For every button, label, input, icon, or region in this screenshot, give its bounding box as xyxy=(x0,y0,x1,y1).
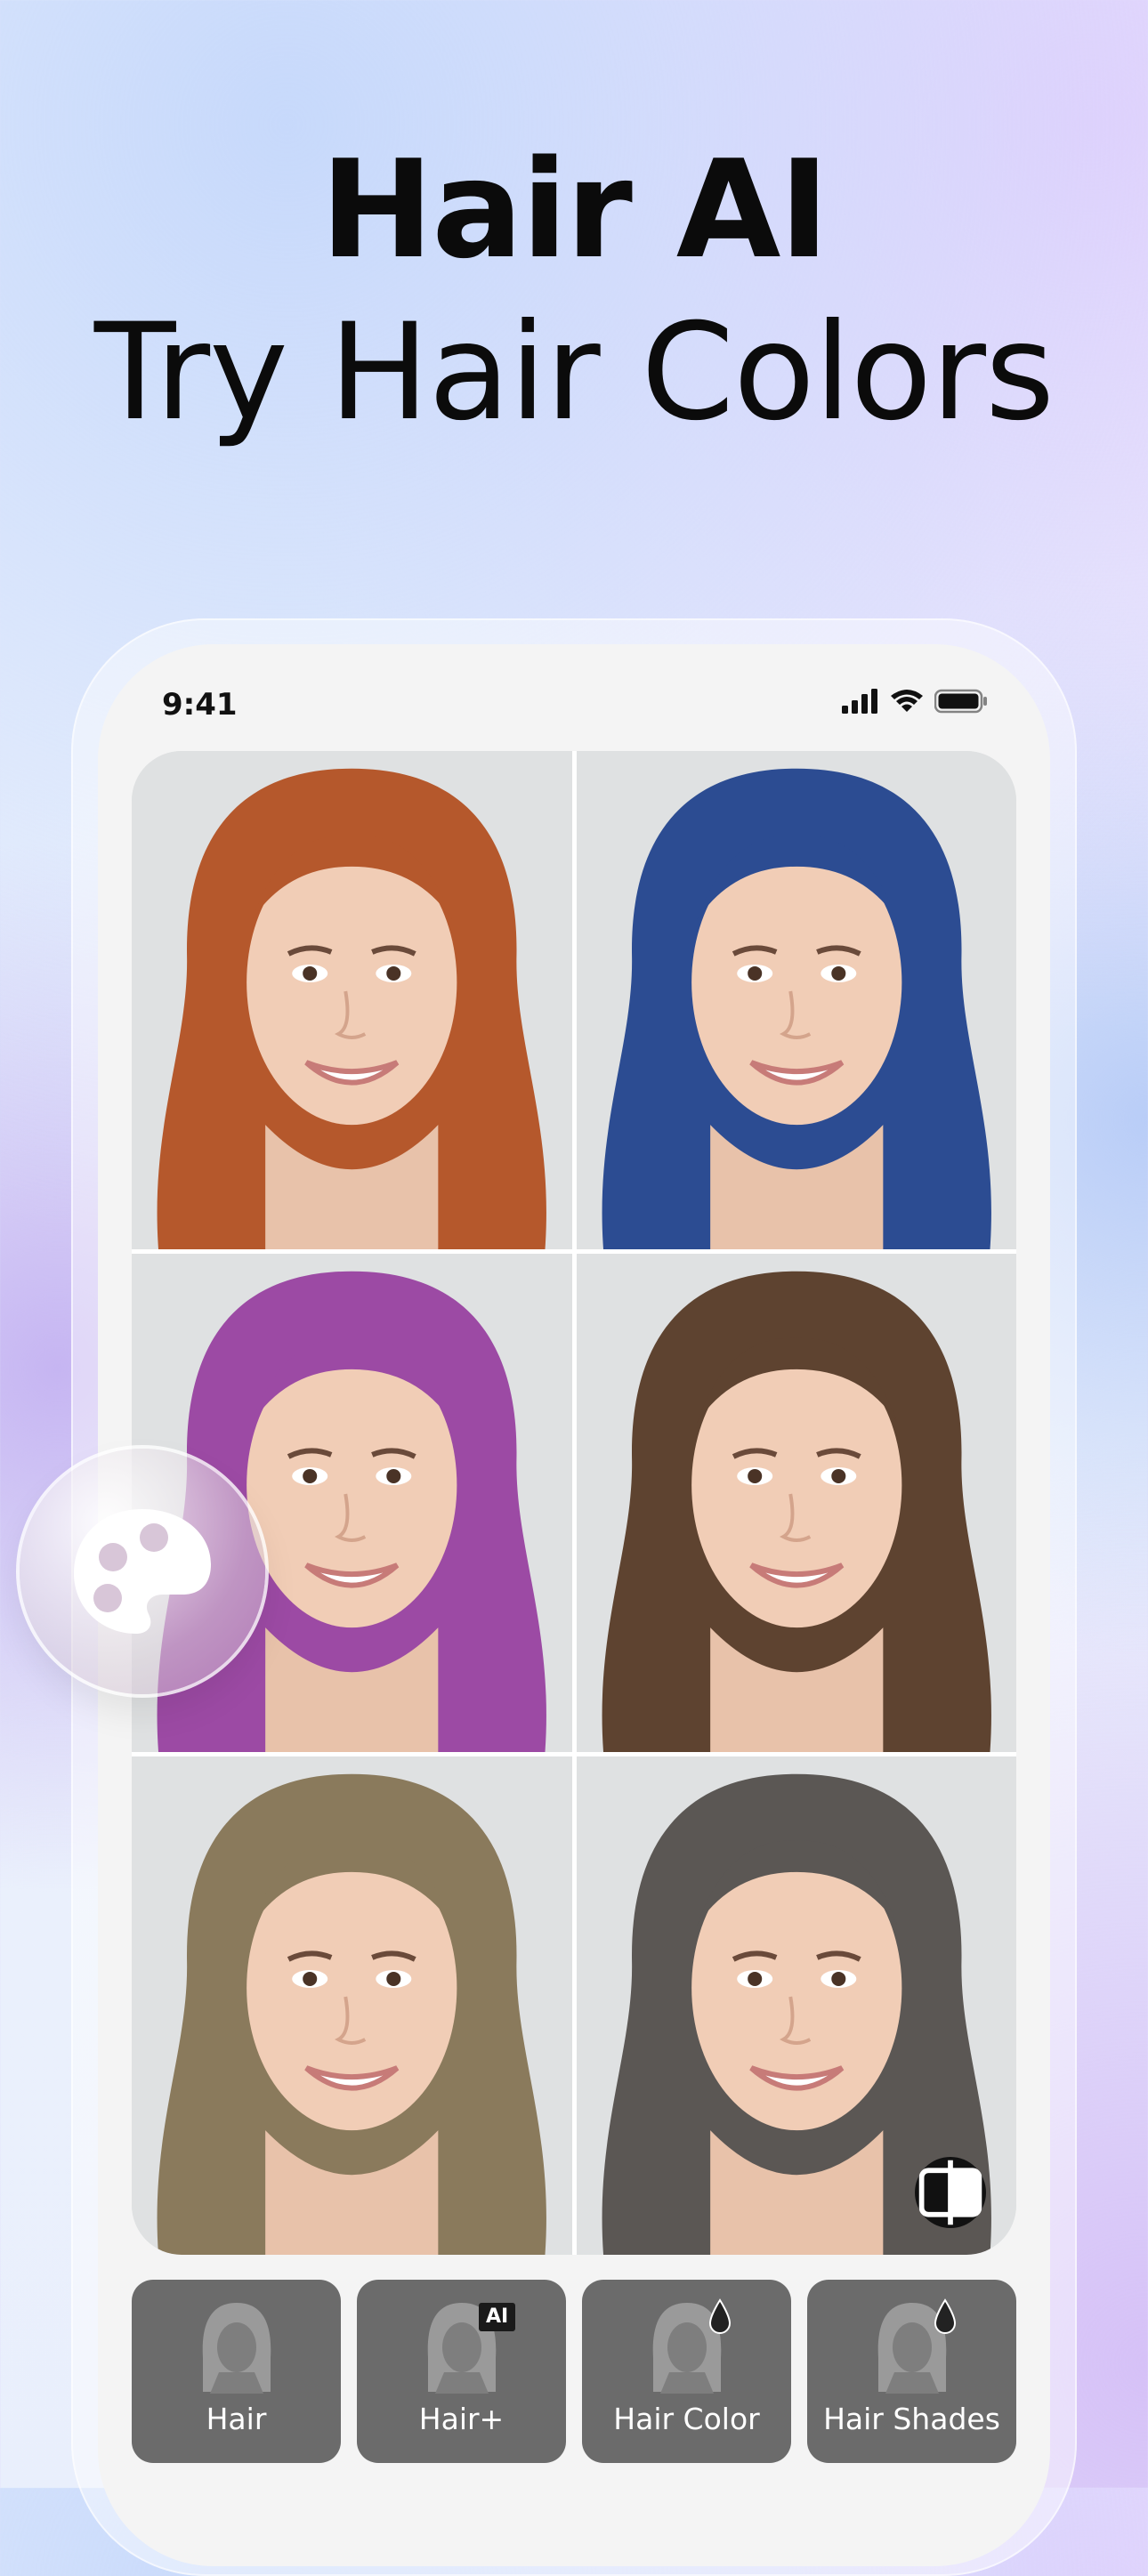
palette-button[interactable] xyxy=(20,1449,265,1694)
ai-badge: AI xyxy=(479,2303,516,2331)
portrait-photo[interactable] xyxy=(576,751,1016,1249)
tab-hair[interactable]: Hair xyxy=(132,2280,341,2463)
tab-label: Hair Shades xyxy=(823,2402,1000,2436)
signal-icon xyxy=(842,689,877,714)
feature-tabs: Hair AI Hair+ Hair Color Hair Shades xyxy=(132,2280,1016,2463)
battery-icon xyxy=(934,689,987,714)
tab-hair-color[interactable]: Hair Color xyxy=(582,2280,791,2463)
result-photo-grid xyxy=(132,751,1016,2255)
portrait-image xyxy=(132,1756,572,2255)
wifi-icon xyxy=(891,690,923,712)
tab-label: Hair Color xyxy=(613,2402,760,2436)
compare-button[interactable] xyxy=(915,2157,986,2228)
drop-icon xyxy=(934,2298,957,2334)
tab-hair-plus[interactable]: AI Hair+ xyxy=(357,2280,566,2463)
portrait-image xyxy=(576,1254,1016,1752)
tab-hair-shades[interactable]: Hair Shades xyxy=(807,2280,1016,2463)
headline-subtitle: Try Hair Colors xyxy=(93,295,1055,450)
portrait-photo[interactable] xyxy=(132,1756,572,2255)
portrait-image xyxy=(132,751,572,1249)
drop-icon xyxy=(708,2298,732,2334)
tab-label: Hair xyxy=(206,2402,267,2436)
tab-label: Hair+ xyxy=(418,2402,505,2436)
status-icons xyxy=(842,689,988,714)
portrait-image xyxy=(576,751,1016,1249)
portrait-photo[interactable] xyxy=(576,1756,1016,2255)
compare-icon xyxy=(918,2160,982,2225)
portrait-photo[interactable] xyxy=(132,751,572,1249)
hair-silhouette-icon xyxy=(202,2303,271,2394)
headline: Hair AI Try Hair Colors xyxy=(0,142,1148,440)
portrait-photo[interactable] xyxy=(576,1254,1016,1752)
headline-title: Hair AI xyxy=(320,131,829,288)
palette-icon xyxy=(74,1509,211,1634)
status-time: 9:41 xyxy=(162,687,238,723)
